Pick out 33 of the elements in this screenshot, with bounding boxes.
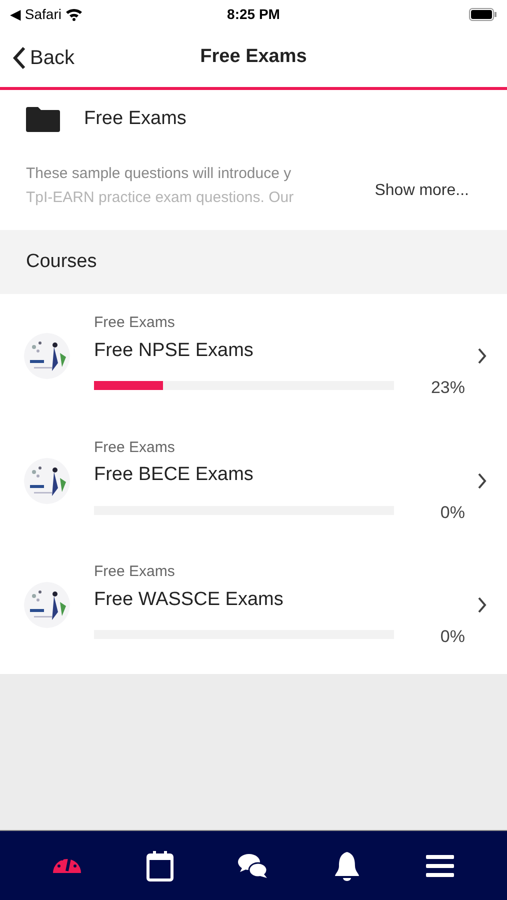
course-category: Free Exams (94, 313, 176, 333)
chevron-right-icon (477, 472, 487, 490)
menu-icon (426, 854, 454, 878)
progress-percent: 0% (440, 502, 465, 524)
chevron-right-icon (477, 347, 487, 366)
course-row[interactable]: Free Exams Free WASSCE Exams 0% (0, 543, 507, 668)
folder-title: Free Exams (84, 106, 186, 131)
course-category: Free Exams (94, 562, 176, 582)
course-title: Free NPSE Exams (94, 338, 254, 362)
folder-icon (26, 106, 60, 132)
course-category: Free Exams (94, 438, 176, 458)
clock-time: 8:25 PM (227, 4, 280, 24)
show-more-link[interactable]: Show more... (374, 179, 469, 203)
progress-percent: 23% (430, 377, 465, 399)
progress-percent: 0% (440, 626, 465, 648)
chevron-left-icon (12, 46, 26, 70)
course-row[interactable]: Free Exams Free NPSE Exams 23% (0, 294, 507, 418)
bell-icon (332, 850, 361, 882)
page-title: Free Exams (200, 45, 307, 70)
description-text: These sample questions will introduce y (26, 164, 292, 184)
section-header: Courses (26, 250, 97, 274)
battery-icon (469, 8, 497, 20)
chat-bubbles-icon (237, 852, 270, 880)
chevron-right-icon (477, 596, 487, 614)
course-title: Free BECE Exams (94, 463, 254, 487)
description-text: TpI-EARN practice exam questions. Our (26, 188, 295, 208)
dashboard-gauge-icon (52, 858, 82, 873)
calendar-icon (146, 850, 174, 882)
back-to-app-link[interactable]: ◀ Safari (10, 4, 62, 24)
course-title: Free WASSCE Exams (94, 588, 284, 612)
back-button[interactable]: Back (0, 42, 74, 72)
course-row[interactable]: Free Exams Free BECE Exams 0% (0, 418, 507, 543)
wifi-icon (65, 8, 84, 20)
